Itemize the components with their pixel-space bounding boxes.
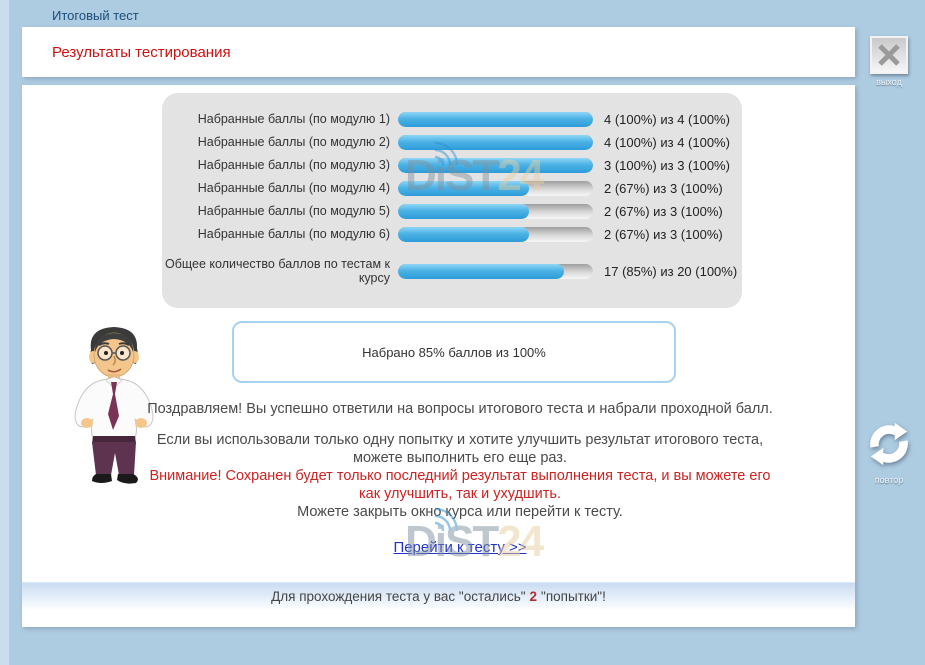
result-value: 4 (100%) из 4 (100%) [604, 112, 730, 127]
result-value: 17 (85%) из 20 (100%) [604, 264, 737, 279]
result-message: Поздравляем! Вы успешно ответили на вопр… [142, 401, 778, 558]
progress-bar [398, 112, 593, 127]
exit-button-label: выход [859, 77, 919, 87]
progress-bar-fill [398, 158, 593, 173]
result-row: Набранные баллы (по модулю 4) 2 (67%) из… [162, 177, 742, 200]
result-value: 4 (100%) из 4 (100%) [604, 135, 730, 150]
progress-bar [398, 204, 593, 219]
header-bar: Результаты тестирования [22, 27, 855, 77]
warning-text: Внимание! Сохранен будет только последни… [142, 468, 778, 504]
progress-bar-fill [398, 227, 529, 242]
exit-button[interactable]: выход [859, 36, 919, 87]
repeat-button-label: повтор [860, 475, 918, 485]
repeat-button[interactable]: повтор [860, 421, 918, 485]
result-value: 3 (100%) из 3 (100%) [604, 158, 730, 173]
result-label: Набранные баллы (по модулю 2) [162, 135, 390, 149]
left-edge-strip [0, 0, 9, 665]
result-label: Набранные баллы (по модулю 3) [162, 158, 390, 172]
result-label: Набранные баллы (по модулю 4) [162, 181, 390, 195]
attempts-suffix: "попытки"! [541, 589, 606, 604]
window-title: Итоговый тест [52, 8, 139, 23]
score-summary-box: Набрано 85% баллов из 100% [232, 321, 676, 383]
refresh-arrows-icon [866, 421, 912, 467]
result-row: Набранные баллы (по модулю 1) 4 (100%) и… [162, 108, 742, 131]
retry-info-text: Если вы использовали только одну попытку… [142, 432, 778, 468]
content-area: Набранные баллы (по модулю 1) 4 (100%) и… [22, 85, 855, 627]
progress-bar-fill [398, 204, 529, 219]
progress-bar [398, 264, 593, 279]
progress-bar-fill [398, 264, 564, 279]
result-row: Набранные баллы (по модулю 5) 2 (67%) из… [162, 200, 742, 223]
result-value: 2 (67%) из 3 (100%) [604, 227, 723, 242]
result-row: Набранные баллы (по модулю 3) 3 (100%) и… [162, 154, 742, 177]
go-to-test-link[interactable]: Перейти к тесту >> [393, 539, 526, 556]
progress-bar [398, 181, 593, 196]
progress-bar-fill [398, 135, 593, 150]
result-row: Набранные баллы (по модулю 6) 2 (67%) из… [162, 223, 742, 246]
close-x-icon[interactable] [870, 36, 908, 74]
result-row-total: Общее количество баллов по тестам к курс… [162, 251, 742, 291]
congrats-text: Поздравляем! Вы успешно ответили на вопр… [142, 401, 778, 419]
result-label: Набранные баллы (по модулю 1) [162, 112, 390, 126]
close-info-text: Можете закрыть окно курса или перейти к … [142, 504, 778, 522]
result-label: Общее количество баллов по тестам к курс… [162, 257, 390, 286]
results-panel: Набранные баллы (по модулю 1) 4 (100%) и… [162, 93, 742, 308]
result-value: 2 (67%) из 3 (100%) [604, 204, 723, 219]
page-title: Результаты тестирования [52, 44, 231, 61]
score-summary-text: Набрано 85% баллов из 100% [362, 345, 546, 360]
progress-bar [398, 227, 593, 242]
attempts-bar: Для прохождения теста у вас "остались" 2… [22, 582, 855, 610]
attempts-prefix: Для прохождения теста у вас "остались" [271, 589, 525, 604]
progress-bar-fill [398, 181, 529, 196]
progress-bar [398, 135, 593, 150]
result-label: Набранные баллы (по модулю 6) [162, 227, 390, 241]
progress-bar [398, 158, 593, 173]
result-row: Набранные баллы (по модулю 2) 4 (100%) и… [162, 131, 742, 154]
page: Итоговый тест Результаты тестирования На… [0, 0, 925, 665]
result-label: Набранные баллы (по модулю 5) [162, 204, 390, 218]
attempts-count: 2 [530, 589, 538, 604]
progress-bar-fill [398, 112, 593, 127]
result-value: 2 (67%) из 3 (100%) [604, 181, 723, 196]
